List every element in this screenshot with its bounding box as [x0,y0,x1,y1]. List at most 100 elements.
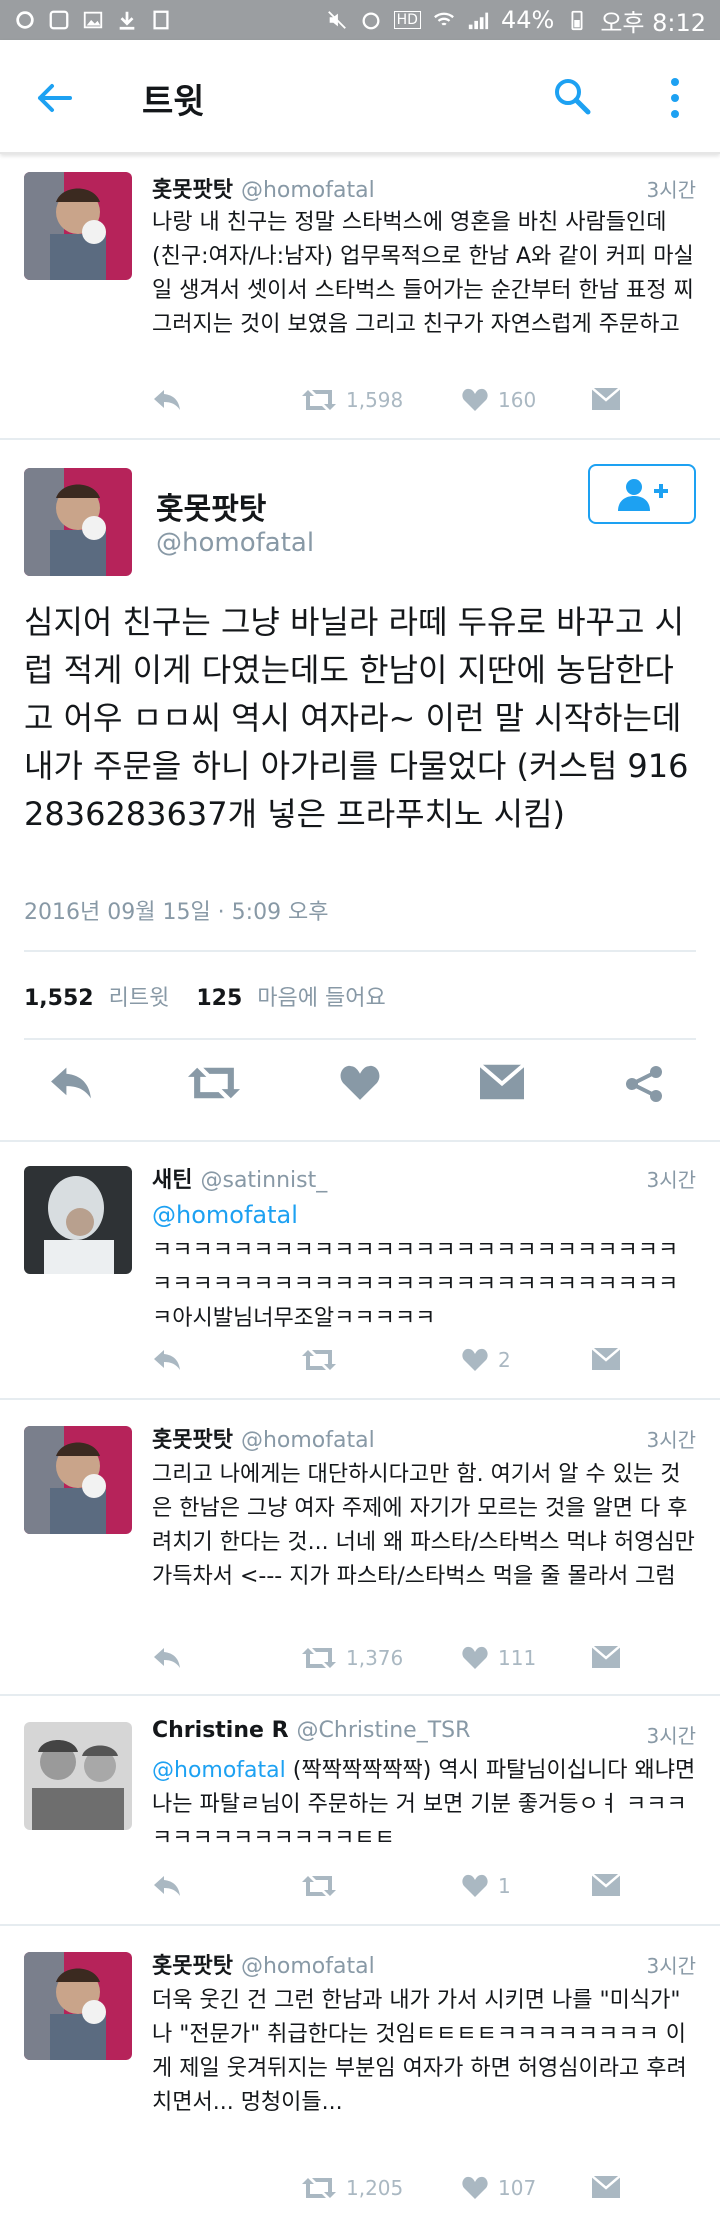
like-button[interactable]: 1 [462,1874,511,1898]
author-handle: @homofatal [240,1428,375,1453]
reply-icon[interactable] [48,1064,94,1102]
reply-icon [154,1350,180,1370]
avatar[interactable] [24,468,132,576]
reply-icon [154,1876,180,1896]
hd-indicator: HD [393,11,421,29]
retweet-icon[interactable] [188,1064,240,1102]
retweet-button[interactable]: 1,376 [302,1646,403,1670]
dm-button[interactable] [592,1646,620,1668]
like-button[interactable]: 160 [462,388,536,412]
retweet-button[interactable] [302,1348,346,1372]
tweet-stats: 1,552 리트윗 125 마음에 들어요 [24,980,386,1012]
tweet-text: 심지어 친구는 그냥 바닐라 라떼 두유로 바꾸고 시럽 적게 이게 다였는데도… [24,603,689,833]
add-user-icon [618,479,668,511]
tweet-actions: 1,205 107 [152,2176,632,2210]
dm-button[interactable] [592,1348,620,1370]
mention-link[interactable]: @homofatal [152,1758,286,1783]
author-name[interactable]: 홋못팟탓 [156,484,266,528]
author-name: 홋못팟탓 [152,178,233,203]
share-icon[interactable] [624,1064,664,1104]
like-button[interactable]: 2 [462,1348,511,1372]
reply-author[interactable]: Christine R @Christine_TSR [152,1718,470,1743]
like-count[interactable]: 125 [196,986,242,1011]
tweet-item[interactable]: 홋못팟탓 @homofatal 3시간 나랑 내 친구는 정말 스타벅스에 영혼을… [0,156,720,440]
more-vertical-icon[interactable] [666,76,684,120]
reply-button[interactable] [152,1348,182,1372]
app-bar: 트윗 [0,40,720,154]
note-icon [153,10,169,30]
follow-button[interactable] [588,464,696,524]
like-count: 160 [498,388,537,412]
retweet-button[interactable]: 1,205 [302,2176,403,2200]
reply-button[interactable] [152,1874,182,1898]
like-button[interactable]: 107 [462,2176,536,2200]
retweet-button[interactable] [302,1874,346,1898]
author-name: 새틴 [152,1168,193,1193]
author-name: Christine R [152,1718,289,1743]
reply-text: @homofatal (짝짝짝짝짝짝) 역시 파탈님이십니다 왜냐면 나는 파탈… [152,1754,698,1856]
tweet-actions: 2 [152,1348,632,1382]
divider [24,950,696,952]
image-icon [83,11,103,29]
author-name: 홋못팟탓 [152,1428,233,1453]
reply-author[interactable]: 새틴 @satinnist_ [152,1162,327,1194]
avatar[interactable] [24,1722,132,1830]
envelope-icon [592,1348,620,1370]
arrow-left-icon[interactable] [34,78,74,118]
retweet-count: 1,205 [346,2176,404,2200]
retweet-button[interactable]: 1,598 [302,388,403,412]
avatar[interactable] [24,1426,132,1534]
author-handle: @satinnist_ [200,1168,328,1193]
battery-icon [571,10,583,31]
heart-icon[interactable] [340,1064,380,1102]
status-bar-left-icons [14,9,172,31]
reply-author[interactable]: 홋못팟탓 @homofatal [152,1948,375,1980]
retweet-icon [302,1350,336,1370]
tweet-date: 2016년 09월 15일 · 5:09 오후 [24,900,329,925]
dm-button[interactable] [592,2176,620,2198]
search-icon[interactable] [552,76,592,116]
reply-item[interactable]: 홋못팟탓 @homofatal 3시간 그리고 나에게는 대단하시다고만 함. 여… [0,1402,720,1696]
reply-text: 더욱 웃긴 건 그런 한남과 내가 가서 시키면 나를 "미식가" 나 "전문가… [152,1988,687,2115]
clock: 오후 8:12 [600,8,706,37]
reply-icon [154,390,180,410]
status-bar-right-icons: HD 44% 오후 8:12 [326,3,706,38]
like-count: 107 [498,2176,537,2200]
reply-author[interactable]: 홋못팟탓 @homofatal [152,1422,375,1454]
focused-tweet: 홋못팟탓 @homofatal 심지어 친구는 그냥 바닐라 라떼 두유로 바꾸… [0,440,720,1142]
like-label: 마음에 들어요 [257,986,386,1011]
reply-time: 3시간 [646,1428,696,1452]
app-notification-icon [16,11,34,29]
reply-item[interactable]: Christine R @Christine_TSR 3시간 @homofatal… [0,1698,720,1926]
reply-icon [154,1648,180,1668]
divider [24,1038,696,1040]
author-name: 홋못팟탓 [152,1954,233,1979]
envelope-icon[interactable] [480,1064,524,1100]
retweet-count: 1,376 [346,1646,404,1670]
reply-button[interactable] [152,388,182,412]
retweet-icon [302,1648,336,1668]
signal-icon [468,12,489,30]
reply-text: 그리고 나에게는 대단하시다고만 함. 여기서 알 수 있는 것은 한남은 그냥… [152,1462,695,1589]
avatar[interactable] [24,1166,132,1274]
like-button[interactable]: 111 [462,1646,536,1670]
reply-item[interactable]: 홋못팟탓 @homofatal 3시간 더욱 웃긴 건 그런 한남과 내가 가서 … [0,1928,720,2226]
reply-button[interactable] [152,1646,182,1670]
retweet-count: 1,598 [346,388,404,412]
heart-icon [462,1646,488,1669]
avatar[interactable] [24,172,132,280]
download-icon [119,11,135,30]
dm-button[interactable] [592,1874,620,1896]
avatar[interactable] [24,1952,132,2060]
tweet-actions: 1,598 160 [152,388,632,422]
mention-link[interactable]: @homofatal [152,1201,298,1229]
retweet-count[interactable]: 1,552 [24,986,94,1011]
like-count: 1 [498,1874,511,1898]
mute-icon [327,11,346,29]
dm-button[interactable] [592,388,620,410]
envelope-icon [592,1874,620,1896]
retweet-icon [302,1876,336,1896]
reply-item[interactable]: 새틴 @satinnist_ 3시간 @homofatal ㅋㅋㅋㅋㅋㅋㅋㅋㅋㅋㅋㅋ… [0,1142,720,1400]
author-handle[interactable]: @homofatal [156,528,314,558]
tweet-author[interactable]: 홋못팟탓 @homofatal [152,172,375,204]
